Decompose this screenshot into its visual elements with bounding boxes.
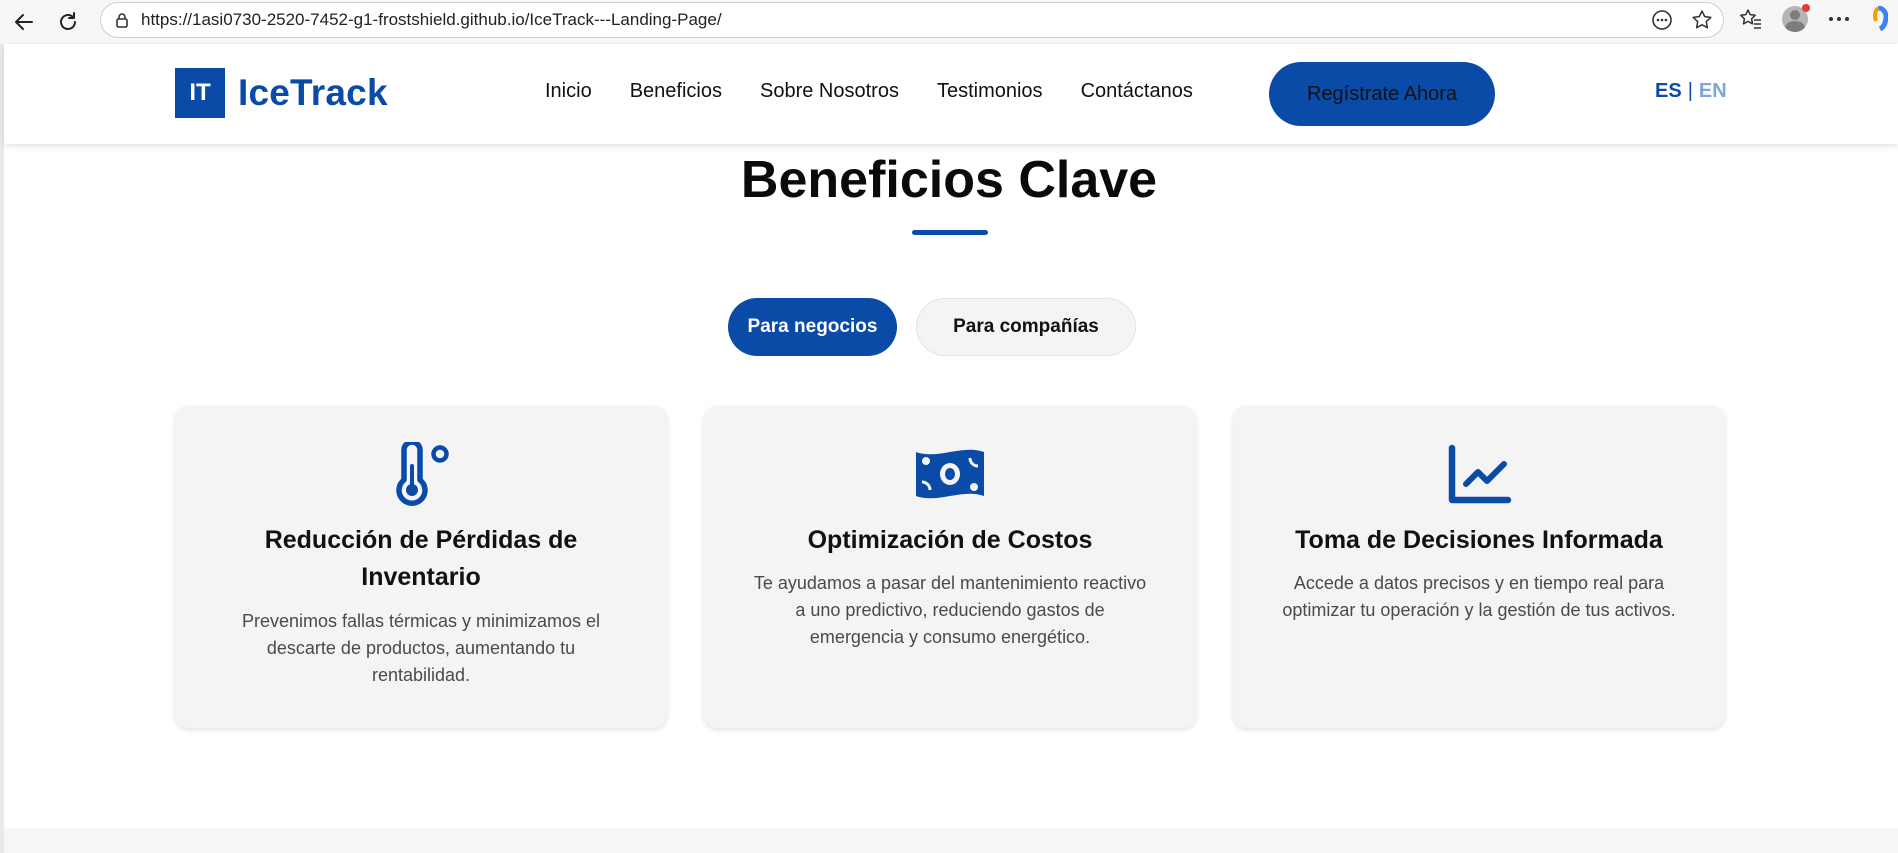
card-text: Prevenimos fallas térmicas y minimizamos…	[241, 611, 601, 685]
section-title: Beneficios Clave	[740, 151, 1158, 209]
main-nav: Inicio Beneficios Sobre Nosotros Testimo…	[545, 74, 1231, 108]
audience-tabs: Para negocios Para compañías	[728, 298, 1136, 356]
card-title: Toma de Decisiones Informada	[1295, 526, 1663, 554]
logo[interactable]: IT IceTrack	[175, 68, 388, 118]
notification-dot	[1802, 4, 1810, 12]
register-button[interactable]: Regístrate Ahora	[1269, 62, 1495, 126]
address-bar[interactable]: https://1asi0730-2520-7452-g1-frostshiel…	[100, 2, 1724, 38]
lang-separator: |	[1687, 80, 1693, 102]
line-chart-icon	[1233, 442, 1725, 508]
reload-icon[interactable]	[52, 6, 84, 38]
title-underline	[912, 230, 988, 235]
nav-link-inicio[interactable]: Inicio	[545, 74, 592, 108]
url-text[interactable]: https://1asi0730-2520-7452-g1-frostshiel…	[141, 10, 722, 30]
next-section-band	[4, 828, 1898, 853]
card-title: Optimización de Costos	[807, 526, 1093, 554]
site-header: IT IceTrack Inicio Beneficios Sobre Noso…	[4, 44, 1898, 144]
lock-icon[interactable]	[109, 12, 135, 28]
browser-toolbar: https://1asi0730-2520-7452-g1-frostshiel…	[0, 0, 1898, 44]
benefit-card: Optimización de Costos Te ayudamos a pas…	[704, 406, 1196, 728]
tab-para-companias[interactable]: Para compañías	[916, 298, 1136, 356]
card-text: Accede a datos precisos y en tiempo real…	[1282, 573, 1676, 620]
benefit-card: Reducción de Pérdidas de Inventario Prev…	[175, 406, 667, 728]
logo-mark: IT	[175, 68, 225, 118]
card-title: Reducción de Pérdidas de Inventario	[264, 526, 578, 591]
reader-mode-icon[interactable]	[1651, 9, 1673, 36]
benefit-card: Toma de Decisiones Informada Accede a da…	[1233, 406, 1725, 728]
nav-link-beneficios[interactable]: Beneficios	[630, 74, 722, 108]
nav-link-sobre-nosotros[interactable]: Sobre Nosotros	[760, 74, 899, 108]
nav-link-testimonios[interactable]: Testimonios	[937, 74, 1043, 108]
language-switcher: ES | EN	[1655, 80, 1727, 103]
nav-link-contactanos[interactable]: Contáctanos	[1081, 74, 1193, 108]
lang-en-button[interactable]: EN	[1699, 80, 1727, 103]
profile-avatar[interactable]	[1780, 4, 1810, 34]
lang-es-button[interactable]: ES	[1655, 80, 1682, 103]
tab-para-negocios[interactable]: Para negocios	[728, 298, 897, 356]
favorite-star-icon[interactable]	[1691, 9, 1713, 36]
thermometer-icon	[175, 442, 667, 508]
money-bill-icon	[704, 442, 1196, 508]
logo-text: IceTrack	[238, 72, 388, 113]
back-icon[interactable]	[8, 6, 40, 38]
favorites-icon[interactable]	[1736, 4, 1766, 34]
more-options-icon[interactable]	[1824, 4, 1854, 34]
card-text: Te ayudamos a pasar del mantenimiento re…	[753, 573, 1147, 647]
copilot-icon[interactable]	[1868, 4, 1888, 34]
benefit-cards: Reducción de Pérdidas de Inventario Prev…	[175, 406, 1725, 728]
